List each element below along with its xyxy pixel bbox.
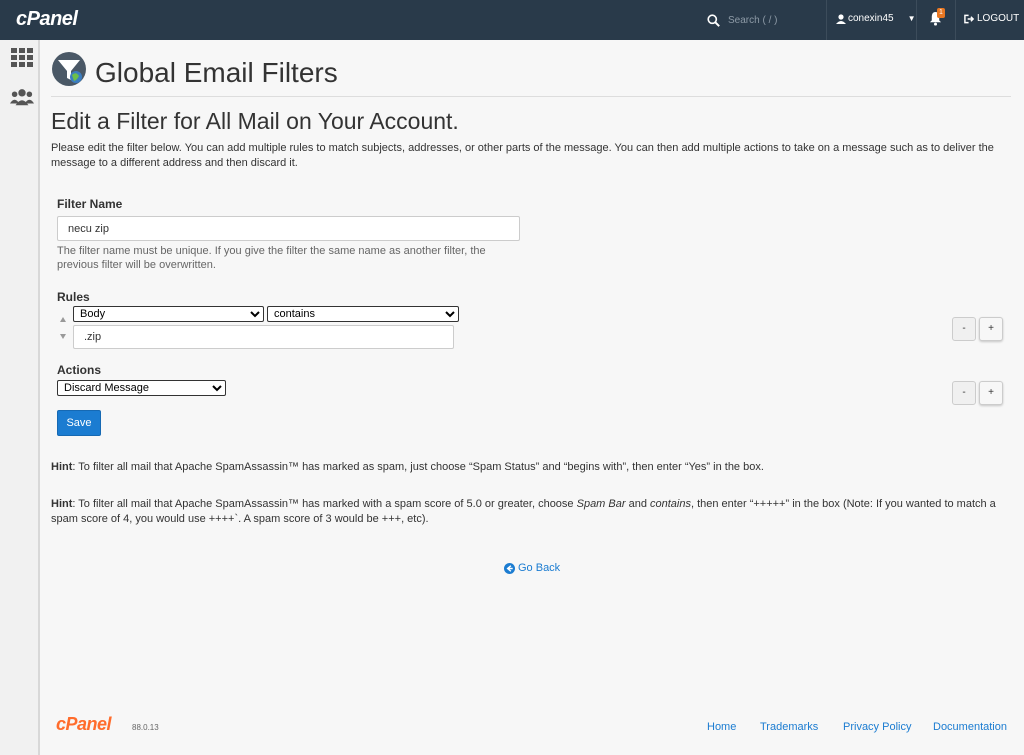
remove-rule-button[interactable]: - bbox=[952, 317, 976, 341]
top-bar: cPanel conexin45 ▼ 1 LOGOUT bbox=[0, 0, 1024, 40]
divider bbox=[916, 0, 917, 40]
chevron-down-icon: ▼ bbox=[907, 14, 916, 23]
go-back-arrow-icon bbox=[504, 562, 515, 574]
user-icon bbox=[836, 13, 846, 24]
page-subheading: Edit a Filter for All Mail on Your Accou… bbox=[51, 108, 459, 134]
search-input[interactable] bbox=[728, 12, 823, 28]
hint-text: : To filter all mail that Apache SpamAss… bbox=[72, 498, 577, 510]
hint-emphasis: Spam Bar bbox=[576, 498, 626, 510]
logout-button[interactable]: LOGOUT bbox=[964, 13, 1019, 24]
rule-match-select[interactable]: contains bbox=[267, 306, 459, 322]
page-description: Please edit the filter below. You can ad… bbox=[51, 142, 994, 169]
actions-label: Actions bbox=[57, 363, 102, 377]
move-up-icon[interactable] bbox=[60, 317, 66, 322]
move-down-icon[interactable] bbox=[60, 334, 66, 339]
footer-link-trademarks[interactable]: Trademarks bbox=[760, 721, 818, 733]
go-back-link[interactable]: Go Back bbox=[504, 562, 560, 574]
divider bbox=[826, 0, 827, 40]
hint-spam-status: Hint: To filter all mail that Apache Spa… bbox=[51, 460, 1011, 475]
filter-funnel-icon bbox=[52, 52, 86, 86]
search-box[interactable] bbox=[707, 12, 823, 28]
hint-spam-bar: Hint: To filter all mail that Apache Spa… bbox=[51, 497, 1011, 527]
hint-label: Hint bbox=[51, 461, 73, 473]
save-button[interactable]: Save bbox=[57, 410, 101, 436]
username: conexin45 bbox=[848, 13, 894, 24]
logout-icon bbox=[964, 14, 975, 23]
filter-name-help: The filter name must be unique. If you g… bbox=[57, 245, 486, 271]
user-menu[interactable]: conexin45 ▼ bbox=[836, 13, 916, 24]
search-icon bbox=[707, 13, 720, 27]
notifications-button[interactable]: 1 bbox=[929, 8, 945, 27]
hint-emphasis: contains bbox=[650, 498, 691, 510]
divider bbox=[51, 96, 1011, 97]
hint-text: : To filter all mail that Apache SpamAss… bbox=[72, 461, 764, 473]
add-action-button[interactable]: + bbox=[979, 381, 1003, 405]
rule-value-input[interactable] bbox=[73, 325, 454, 349]
filter-name-input[interactable] bbox=[57, 216, 520, 241]
remove-action-button[interactable]: - bbox=[952, 381, 976, 405]
notification-badge: 1 bbox=[937, 8, 945, 18]
rules-label: Rules bbox=[57, 290, 90, 304]
footer-link-documentation[interactable]: Documentation bbox=[933, 721, 1007, 733]
logout-label: LOGOUT bbox=[977, 13, 1020, 24]
go-back-label: Go Back bbox=[518, 562, 561, 574]
hint-label: Hint bbox=[51, 498, 73, 510]
page-title: Global Email Filters bbox=[95, 57, 338, 88]
action-select[interactable]: Discard Message bbox=[57, 380, 226, 396]
users-icon[interactable] bbox=[10, 87, 34, 107]
apps-grid-icon[interactable] bbox=[10, 48, 34, 68]
footer-link-privacy-policy[interactable]: Privacy Policy bbox=[843, 721, 911, 733]
rule-part-select[interactable]: Body bbox=[73, 306, 264, 322]
cpanel-logo[interactable]: cPanel bbox=[16, 8, 78, 31]
version-number: 88.0.13 bbox=[132, 723, 159, 732]
footer-link-home[interactable]: Home bbox=[707, 721, 736, 733]
sidebar bbox=[0, 40, 40, 755]
divider bbox=[955, 0, 956, 40]
hint-text: and bbox=[625, 498, 650, 510]
filter-name-label: Filter Name bbox=[57, 197, 123, 211]
add-rule-button[interactable]: + bbox=[979, 317, 1003, 341]
footer-cpanel-logo[interactable]: cPanel bbox=[56, 714, 112, 735]
